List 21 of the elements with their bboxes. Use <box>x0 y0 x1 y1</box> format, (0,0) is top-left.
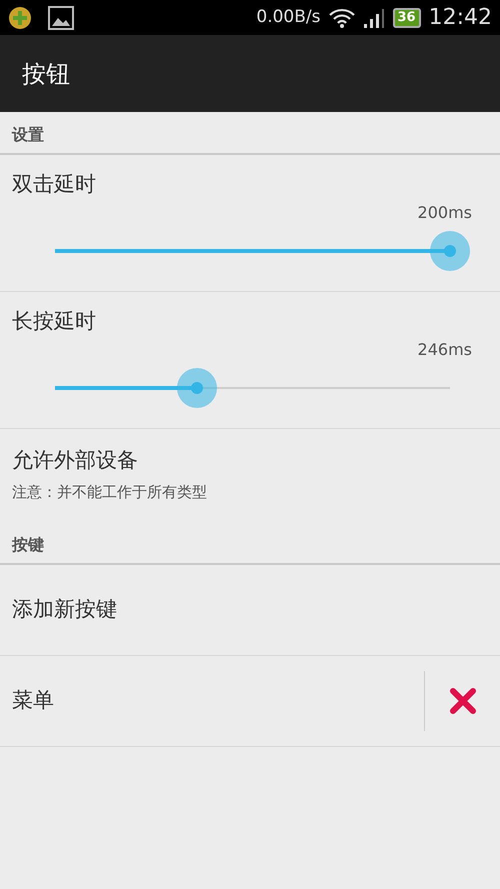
slider-thumb[interactable] <box>177 368 218 408</box>
section-header: 按键 <box>12 534 44 556</box>
battery-level: 36 <box>392 8 421 28</box>
screen-title: 按钮 <box>22 58 70 90</box>
slider-value: 200ms <box>418 202 472 222</box>
image-icon <box>48 6 74 30</box>
app-icon <box>8 6 32 30</box>
clock: 12:42 <box>428 4 492 32</box>
signal-icon <box>362 8 384 28</box>
setting-title: 长按延时 <box>12 308 97 335</box>
setting-title: 双击延时 <box>12 171 97 198</box>
key-item[interactable]: 菜单 <box>12 685 54 717</box>
section-header: 设置 <box>12 124 44 146</box>
add-key-item[interactable]: 添加新按键 <box>12 594 117 626</box>
wifi-icon <box>328 8 354 28</box>
delete-icon[interactable] <box>448 687 476 715</box>
setting-title: 允许外部设备 <box>12 447 139 474</box>
network-speed: 0.00B/s <box>256 6 320 29</box>
slider-value: 246ms <box>418 340 472 358</box>
setting-summary: 注意：并不能工作于所有类型 <box>12 482 208 502</box>
slider-thumb[interactable] <box>430 230 470 270</box>
